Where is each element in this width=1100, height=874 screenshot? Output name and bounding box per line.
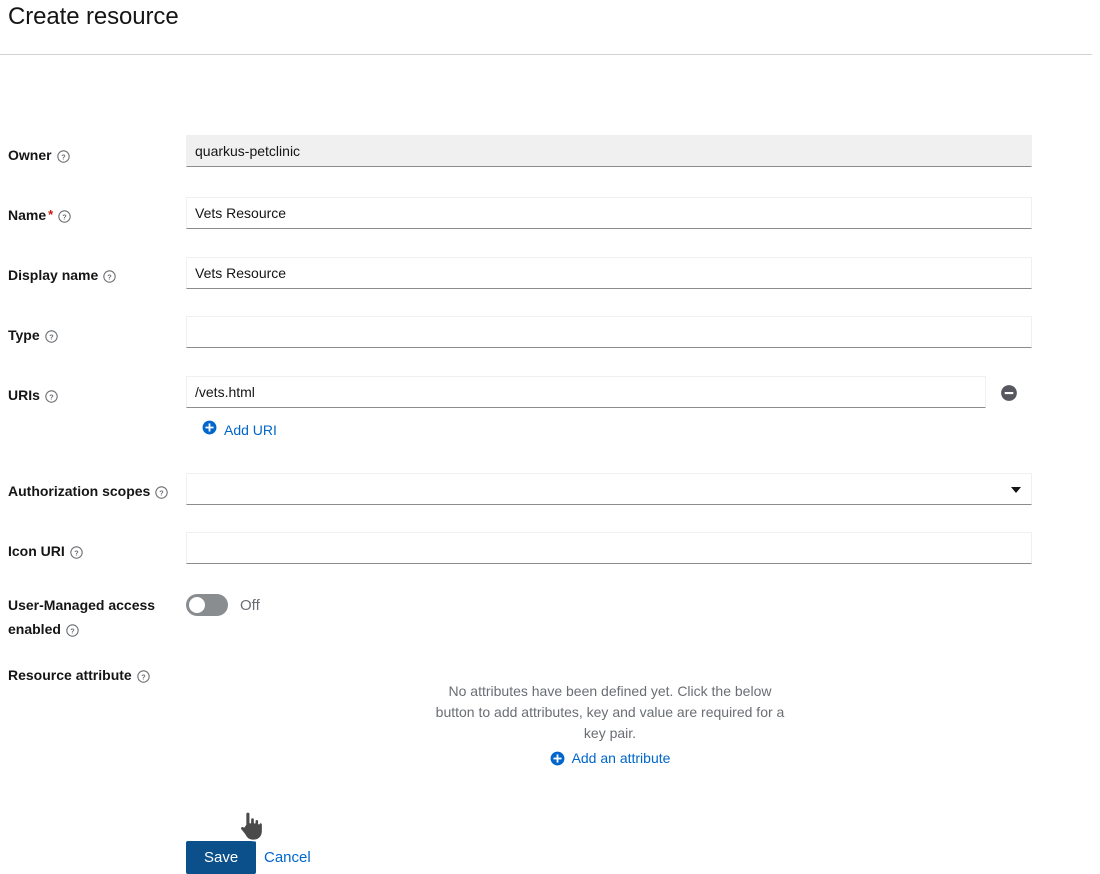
question-circle-icon[interactable]: ? xyxy=(136,670,150,683)
remove-uri-button[interactable] xyxy=(1000,384,1018,405)
question-circle-icon[interactable]: ? xyxy=(70,546,83,559)
owner-label: Owner? xyxy=(8,145,180,165)
user-managed-access-label-text: User-Managed access enabled xyxy=(8,597,156,637)
add-attribute-button[interactable]: Add an attribute xyxy=(550,750,671,766)
add-uri-label: Add URI xyxy=(224,422,277,438)
icon-uri-label: Icon URI? xyxy=(8,541,180,561)
display-name-label-text: Display name xyxy=(8,267,99,283)
authorization-scopes-label-text: Authorization scopes xyxy=(8,483,151,499)
svg-text:?: ? xyxy=(108,272,113,281)
type-input[interactable] xyxy=(186,316,1032,348)
authorization-scopes-select[interactable] xyxy=(186,473,1032,505)
save-button[interactable]: Save xyxy=(186,841,257,874)
resource-attribute-label: Resource attribute? xyxy=(8,665,180,685)
uris-label-text: URIs xyxy=(8,387,40,403)
required-marker: * xyxy=(48,207,54,222)
owner-input[interactable] xyxy=(186,135,1032,167)
type-label: Type? xyxy=(8,325,180,345)
page-header: Create resource xyxy=(0,0,1092,55)
question-circle-icon[interactable]: ? xyxy=(58,210,71,223)
display-name-label: Display name? xyxy=(8,265,180,285)
resource-attribute-empty-text: No attributes have been defined yet. Cli… xyxy=(435,683,785,741)
plus-circle-icon xyxy=(202,420,217,440)
chevron-down-icon xyxy=(1011,487,1021,493)
svg-text:?: ? xyxy=(70,626,75,635)
svg-text:?: ? xyxy=(160,488,165,497)
resource-attribute-label-text: Resource attribute xyxy=(8,667,132,683)
question-circle-icon[interactable]: ? xyxy=(45,390,58,403)
toggle-knob xyxy=(189,597,205,613)
question-circle-icon[interactable]: ? xyxy=(155,486,169,499)
owner-label-text: Owner xyxy=(8,147,52,163)
question-circle-icon[interactable]: ? xyxy=(44,330,58,343)
user-managed-access-label: User-Managed access enabled? xyxy=(8,593,176,641)
cancel-button[interactable]: Cancel xyxy=(264,849,311,866)
add-attribute-label: Add an attribute xyxy=(571,750,671,766)
user-managed-access-switch-row: Off xyxy=(186,594,260,616)
name-label-text: Name xyxy=(8,207,47,223)
plus-circle-icon xyxy=(550,751,565,766)
resource-attribute-empty-state: No attributes have been defined yet. Cli… xyxy=(434,681,786,771)
minus-circle-icon xyxy=(1000,385,1018,405)
icon-uri-label-text: Icon URI xyxy=(8,543,65,559)
svg-text:?: ? xyxy=(62,212,67,221)
icon-uri-input[interactable] xyxy=(186,532,1032,564)
question-circle-icon[interactable]: ? xyxy=(103,270,116,283)
add-uri-button[interactable]: Add URI xyxy=(202,420,277,440)
type-label-text: Type xyxy=(8,327,40,343)
question-circle-icon[interactable]: ? xyxy=(66,624,79,637)
user-managed-access-toggle[interactable] xyxy=(186,594,228,616)
svg-text:?: ? xyxy=(49,392,54,401)
display-name-input[interactable] xyxy=(186,257,1032,289)
name-label: Name *? xyxy=(8,205,180,225)
name-input[interactable] xyxy=(186,197,1032,229)
authorization-scopes-label: Authorization scopes? xyxy=(8,481,180,501)
svg-text:?: ? xyxy=(74,548,79,557)
svg-text:?: ? xyxy=(141,672,146,681)
svg-text:?: ? xyxy=(49,332,54,341)
user-managed-access-state: Off xyxy=(240,596,260,614)
uri-input[interactable] xyxy=(186,376,986,408)
uris-label: URIs? xyxy=(8,385,180,405)
question-circle-icon[interactable]: ? xyxy=(56,150,70,163)
page-title: Create resource xyxy=(8,3,179,30)
svg-text:?: ? xyxy=(61,152,66,161)
